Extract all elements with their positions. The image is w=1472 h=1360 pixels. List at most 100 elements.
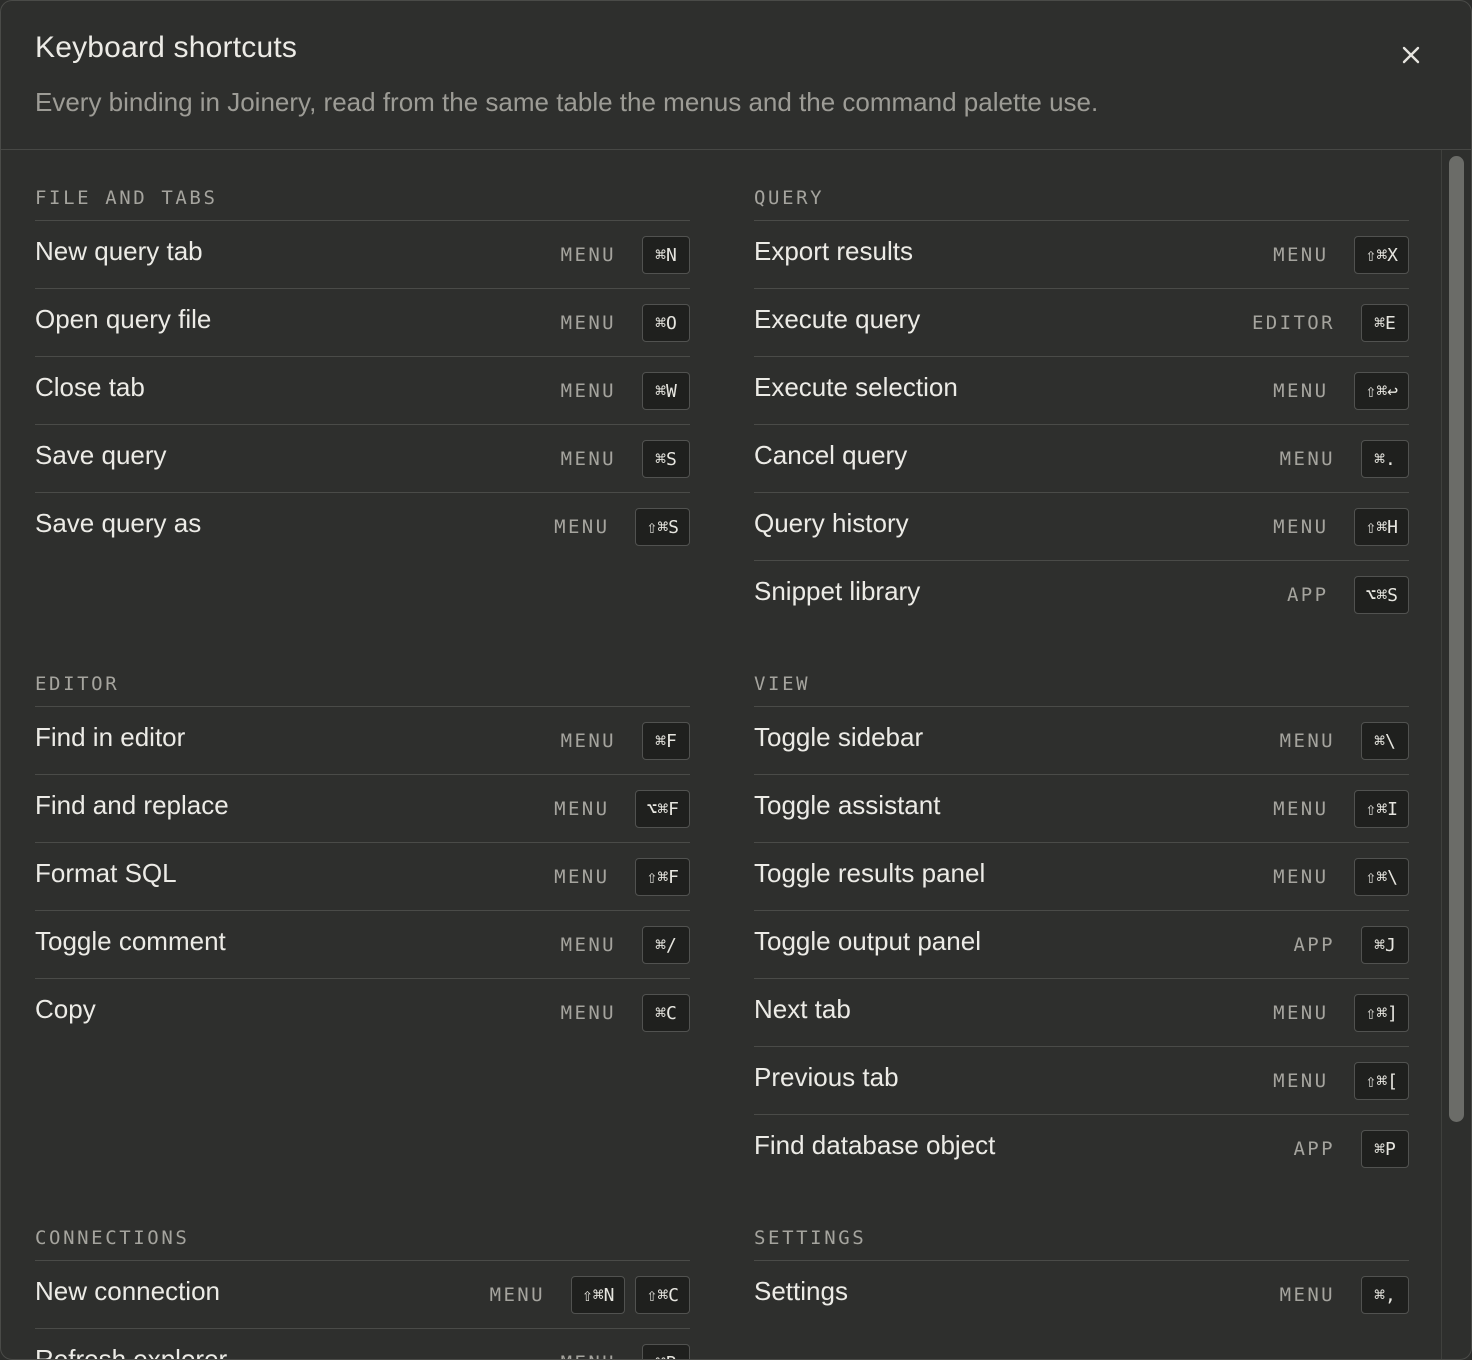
- shortcut-row[interactable]: Export results MENU ⇧⌘X: [754, 221, 1409, 289]
- shortcut-binding: MENU ⇧⌘I: [1273, 789, 1409, 829]
- key-chip[interactable]: ⌥⌘S: [1354, 576, 1409, 614]
- shortcut-row[interactable]: Format SQL MENU ⇧⌘F: [35, 843, 690, 911]
- scope-label: MENU: [1273, 866, 1329, 888]
- key-chip[interactable]: ⌘R: [642, 1344, 690, 1359]
- shortcut-binding: APP ⌘P: [1293, 1129, 1409, 1169]
- shortcut-label: Execute selection: [754, 372, 958, 402]
- shortcut-row[interactable]: Execute selection MENU ⇧⌘↩: [754, 357, 1409, 425]
- shortcut-label: Toggle results panel: [754, 858, 986, 888]
- section-title: EDITOR: [35, 636, 690, 707]
- shortcut-row[interactable]: Previous tab MENU ⇧⌘[: [754, 1047, 1409, 1115]
- shortcut-label: Settings: [754, 1276, 848, 1306]
- key-chip[interactable]: ⇧⌘[: [1354, 1062, 1409, 1100]
- shortcut-row[interactable]: Refresh explorer MENU ⌘R: [35, 1329, 690, 1359]
- shortcut-row[interactable]: Toggle results panel MENU ⇧⌘\: [754, 843, 1409, 911]
- shortcut-label: Snippet library: [754, 576, 921, 606]
- shortcut-label: Export results: [754, 236, 913, 266]
- shortcuts-list[interactable]: FILE AND TABS New query tab MENU ⌘N Open que…: [1, 150, 1441, 1359]
- section-connections: CONNECTIONS New connection MENU ⇧⌘N ⇧⌘C Refre…: [35, 1190, 690, 1359]
- shortcut-row[interactable]: Copy MENU ⌘C: [35, 979, 690, 1047]
- shortcut-binding: APP ⌥⌘S: [1287, 575, 1409, 615]
- shortcut-label: Find database object: [754, 1130, 996, 1160]
- scope-label: MENU: [560, 730, 616, 752]
- key-chip[interactable]: ⌘O: [642, 304, 690, 342]
- shortcut-label: Execute query: [754, 304, 921, 334]
- shortcut-row[interactable]: Toggle sidebar MENU ⌘\: [754, 707, 1409, 775]
- shortcut-row[interactable]: Close tab MENU ⌘W: [35, 357, 690, 425]
- key-chip[interactable]: ⌘E: [1361, 304, 1409, 342]
- key-chip[interactable]: ⇧⌘X: [1354, 236, 1409, 274]
- scope-label: MENU: [560, 380, 616, 402]
- shortcut-label: Copy: [35, 994, 96, 1024]
- section-title: FILE AND TABS: [35, 150, 690, 221]
- shortcut-row[interactable]: Execute query EDITOR ⌘E: [754, 289, 1409, 357]
- key-chip[interactable]: ⌘\: [1361, 722, 1409, 760]
- key-chip[interactable]: ⇧⌘↩: [1354, 372, 1409, 410]
- key-chip[interactable]: ⌥⌘F: [635, 790, 690, 828]
- shortcut-row[interactable]: Snippet library APP ⌥⌘S: [754, 561, 1409, 629]
- shortcut-row[interactable]: Settings MENU ⌘,: [754, 1261, 1409, 1329]
- shortcut-label: Save query: [35, 440, 167, 470]
- key-chip[interactable]: ⌘C: [642, 994, 690, 1032]
- shortcut-row[interactable]: Toggle assistant MENU ⇧⌘I: [754, 775, 1409, 843]
- shortcut-label: Toggle sidebar: [754, 722, 924, 752]
- shortcut-row[interactable]: Find in editor MENU ⌘F: [35, 707, 690, 775]
- shortcut-binding: MENU ⌘,: [1280, 1275, 1409, 1315]
- shortcut-row[interactable]: Cancel query MENU ⌘.: [754, 425, 1409, 493]
- close-icon: [1402, 46, 1420, 64]
- shortcut-row[interactable]: Toggle output panel APP ⌘J: [754, 911, 1409, 979]
- shortcut-label: Cancel query: [754, 440, 908, 470]
- shortcut-row[interactable]: Query history MENU ⇧⌘H: [754, 493, 1409, 561]
- shortcut-binding: APP ⌘J: [1293, 925, 1409, 965]
- shortcut-binding: MENU ⇧⌘H: [1273, 507, 1409, 547]
- shortcut-row[interactable]: Find and replace MENU ⌥⌘F: [35, 775, 690, 843]
- shortcut-row[interactable]: Save query MENU ⌘S: [35, 425, 690, 493]
- shortcut-label: Toggle comment: [35, 926, 226, 956]
- key-chip[interactable]: ⌘F: [642, 722, 690, 760]
- close-button[interactable]: [1393, 37, 1429, 73]
- shortcut-row[interactable]: Next tab MENU ⇧⌘]: [754, 979, 1409, 1047]
- scope-label: MENU: [561, 1352, 616, 1359]
- key-chip[interactable]: ⌘J: [1361, 926, 1409, 964]
- key-chip[interactable]: ⇧⌘N: [570, 1276, 626, 1314]
- scope-label: MENU: [1273, 798, 1329, 820]
- key-chip[interactable]: ⌘W: [642, 372, 690, 410]
- section-title: CONNECTIONS: [35, 1190, 690, 1261]
- scope-label: MENU: [560, 934, 616, 956]
- key-chip[interactable]: ⇧⌘\: [1354, 858, 1409, 896]
- shortcut-binding: MENU ⌘S: [561, 439, 690, 479]
- key-chip[interactable]: ⌘,: [1361, 1276, 1409, 1314]
- scrollbar[interactable]: [1441, 150, 1471, 1359]
- shortcut-binding: EDITOR ⌘E: [1252, 303, 1409, 343]
- dialog-title: Keyboard shortcuts: [35, 31, 298, 64]
- shortcut-row[interactable]: Save query as MENU ⇧⌘S: [35, 493, 690, 561]
- shortcut-row[interactable]: Open query file MENU ⌘O: [35, 289, 690, 357]
- section-title: VIEW: [754, 636, 1409, 707]
- shortcut-row[interactable]: Find database object APP ⌘P: [754, 1115, 1409, 1183]
- key-chip[interactable]: ⇧⌘H: [1354, 508, 1409, 546]
- shortcuts-dialog: Keyboard shortcuts Every binding in Join…: [0, 0, 1472, 1360]
- scrollbar-thumb[interactable]: [1449, 156, 1464, 1122]
- scope-label: MENU: [1273, 244, 1329, 266]
- shortcut-label: Close tab: [35, 372, 145, 402]
- shortcut-binding: MENU ⇧⌘\: [1273, 857, 1409, 897]
- shortcut-binding: MENU ⌘\: [1280, 721, 1409, 761]
- key-chip[interactable]: ⌘P: [1361, 1130, 1409, 1168]
- shortcut-row[interactable]: New connection MENU ⇧⌘N ⇧⌘C: [35, 1261, 690, 1329]
- key-chip[interactable]: ⌘S: [642, 440, 690, 478]
- shortcut-row[interactable]: New query tab MENU ⌘N: [35, 221, 690, 289]
- key-chip[interactable]: ⇧⌘I: [1354, 790, 1409, 828]
- key-chip[interactable]: ⌘.: [1361, 440, 1409, 478]
- key-chip[interactable]: ⇧⌘C: [635, 1276, 690, 1314]
- key-chip[interactable]: ⌘/: [642, 926, 690, 964]
- scope-label: MENU: [1273, 1002, 1329, 1024]
- key-chip[interactable]: ⇧⌘F: [635, 858, 690, 896]
- key-chip[interactable]: ⇧⌘]: [1354, 994, 1409, 1032]
- scope-label: MENU: [560, 448, 616, 470]
- key-chip[interactable]: ⌘N: [642, 236, 690, 274]
- section-view: VIEW Toggle sidebar MENU ⌘\ Toggle assistant…: [754, 636, 1409, 1183]
- shortcut-row[interactable]: Toggle comment MENU ⌘/: [35, 911, 690, 979]
- scope-label: MENU: [1279, 1284, 1335, 1306]
- shortcut-binding: MENU ⌘N: [561, 235, 690, 275]
- key-chip[interactable]: ⇧⌘S: [635, 508, 690, 546]
